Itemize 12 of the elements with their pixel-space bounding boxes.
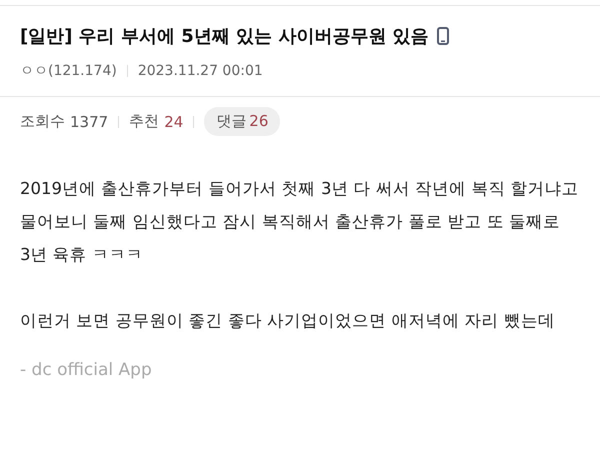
phone-icon: [436, 27, 449, 45]
app-signature: - dc official App: [20, 360, 153, 380]
post-title: [일반] 우리 부서에 5년째 있는 사이버공무원 있음: [20, 25, 429, 48]
views-count: 1377: [70, 112, 108, 130]
recommend-count: 24: [164, 112, 184, 130]
comments-button[interactable]: 댓글 26: [204, 107, 280, 136]
views-label: 조회수: [20, 112, 65, 131]
post-paragraph: 2019년에 출산휴가부터 들어가서 첫째 3년 다 써서 작년에 복직 할거냐고 물어보니 둘째 임신했다고 잠시 복직해서 출산휴가 풀로 받고 또 둘째로 3년 육휴 ㅋㅋㅋ: [20, 178, 580, 266]
post-date: 2023.11.27 00:01: [138, 63, 263, 79]
recommend-label: 추천: [129, 112, 160, 131]
author-name: ㅇㅇ(121.174): [20, 62, 117, 80]
post-paragraph: 이런거 보면 공무원이 좋긴 좋다 사기업이었으면 애저녁에 자리 뺐는데: [20, 310, 556, 332]
